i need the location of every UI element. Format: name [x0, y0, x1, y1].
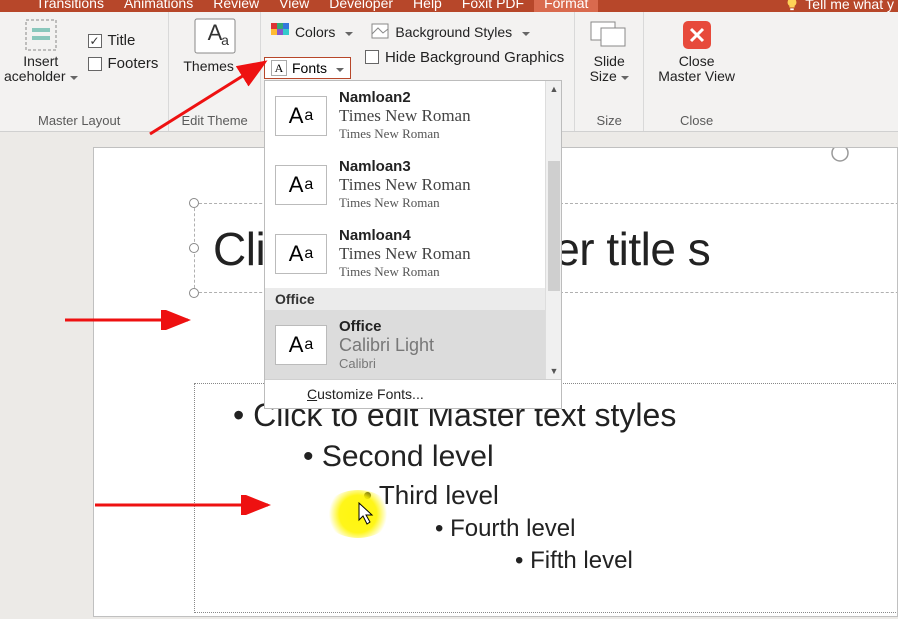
group-master-layout: Master Layout [0, 112, 158, 131]
scroll-up-button[interactable]: ▲ [546, 81, 561, 97]
fonts-button[interactable]: A Fonts [264, 57, 351, 79]
fonts-icon: A [271, 60, 287, 76]
ribbon-tabstrip: Transitions Animations Review View Devel… [0, 0, 898, 12]
fonts-label: Fonts [292, 60, 327, 76]
tell-me-search[interactable]: Tell me what y [785, 0, 898, 12]
svg-text:a: a [221, 32, 229, 48]
colors-icon [271, 23, 289, 41]
tab-developer[interactable]: Developer [319, 0, 403, 12]
font-swatch-icon: Aa [275, 96, 327, 136]
font-scheme-body: Times New Roman [339, 264, 471, 280]
insert-placeholder-icon [24, 18, 58, 52]
font-scheme-name: Office [339, 318, 434, 335]
font-section-office: Office [265, 288, 561, 310]
background-styles-icon [371, 23, 389, 41]
scroll-thumb[interactable] [548, 161, 560, 291]
tab-animations[interactable]: Animations [114, 0, 203, 12]
text-level-4[interactable]: Fourth level [435, 513, 898, 545]
hide-background-checkbox[interactable]: Hide Background Graphics [365, 46, 564, 68]
title-checkbox[interactable]: Title [88, 32, 159, 49]
customize-fonts-label: ustomize Fonts... [317, 386, 424, 402]
text-level-3[interactable]: Third level [363, 478, 898, 513]
font-scheme-body: Times New Roman [339, 195, 471, 211]
scroll-down-button[interactable]: ▼ [546, 363, 561, 379]
font-scheme-namloan3[interactable]: Aa Namloan3 Times New Roman Times New Ro… [265, 150, 561, 219]
title-check-label: Title [108, 32, 136, 49]
font-scheme-heading: Calibri Light [339, 335, 434, 356]
body-placeholder[interactable]: Click to edit Master text styles Second … [194, 383, 898, 613]
group-size: Size [585, 112, 633, 131]
font-scheme-heading: Times New Roman [339, 244, 471, 264]
font-scheme-name: Namloan4 [339, 227, 471, 244]
tab-help[interactable]: Help [403, 0, 452, 12]
font-swatch-icon: Aa [275, 325, 327, 365]
font-scheme-body: Times New Roman [339, 126, 471, 142]
font-swatch-icon: Aa [275, 165, 327, 205]
font-scheme-namloan4[interactable]: Aa Namloan4 Times New Roman Times New Ro… [265, 219, 561, 288]
hide-background-label: Hide Background Graphics [385, 49, 564, 66]
group-close: Close [654, 112, 739, 131]
tab-review[interactable]: Review [203, 0, 269, 12]
background-styles-label: Background Styles [395, 24, 512, 40]
insert-placeholder-label: Insertaceholder [4, 54, 78, 85]
font-scheme-namloan2[interactable]: Aa Namloan2 Times New Roman Times New Ro… [265, 81, 561, 150]
close-master-view-button[interactable]: CloseMaster View [654, 18, 739, 112]
lightbulb-icon [785, 0, 799, 11]
tab-transitions[interactable]: Transitions [26, 0, 114, 12]
themes-label: Themes [183, 58, 234, 74]
colors-label: Colors [295, 24, 335, 40]
font-scheme-heading: Times New Roman [339, 175, 471, 195]
fonts-scrollbar[interactable]: ▲ ▼ [545, 81, 561, 379]
customize-fonts-button[interactable]: Customize Fonts... [265, 380, 561, 408]
insert-placeholder-button[interactable]: Insertaceholder [0, 18, 82, 112]
colors-button[interactable]: Colors [271, 23, 353, 41]
close-icon [680, 18, 714, 52]
tab-view[interactable]: View [269, 0, 319, 12]
font-scheme-name: Namloan3 [339, 158, 471, 175]
tab-foxit-pdf[interactable]: Foxit PDF [452, 0, 534, 12]
tell-me-label: Tell me what y [805, 0, 894, 12]
fonts-dropdown: Aa Namloan2 Times New Roman Times New Ro… [264, 80, 562, 409]
background-styles-button[interactable]: Background Styles [371, 23, 530, 41]
footers-checkbox[interactable]: Footers [88, 55, 159, 72]
font-scheme-heading: Times New Roman [339, 106, 471, 126]
text-level-2[interactable]: Second level [303, 437, 898, 478]
font-scheme-name: Namloan2 [339, 89, 471, 106]
group-edit-theme: Edit Theme [179, 112, 250, 131]
themes-icon: Aa [194, 18, 236, 56]
font-scheme-office[interactable]: Aa Office Calibri Light Calibri [265, 310, 561, 379]
font-scheme-body: Calibri [339, 356, 434, 371]
tab-format[interactable]: Format [534, 0, 598, 12]
footers-check-label: Footers [108, 55, 159, 72]
themes-button[interactable]: Aa Themes [179, 18, 250, 112]
font-swatch-icon: Aa [275, 234, 327, 274]
slide-size-icon [589, 18, 629, 52]
text-level-5[interactable]: Fifth level [515, 545, 898, 577]
slide-size-button[interactable]: SlideSize [585, 18, 633, 112]
rotation-handle-icon[interactable] [829, 147, 851, 164]
